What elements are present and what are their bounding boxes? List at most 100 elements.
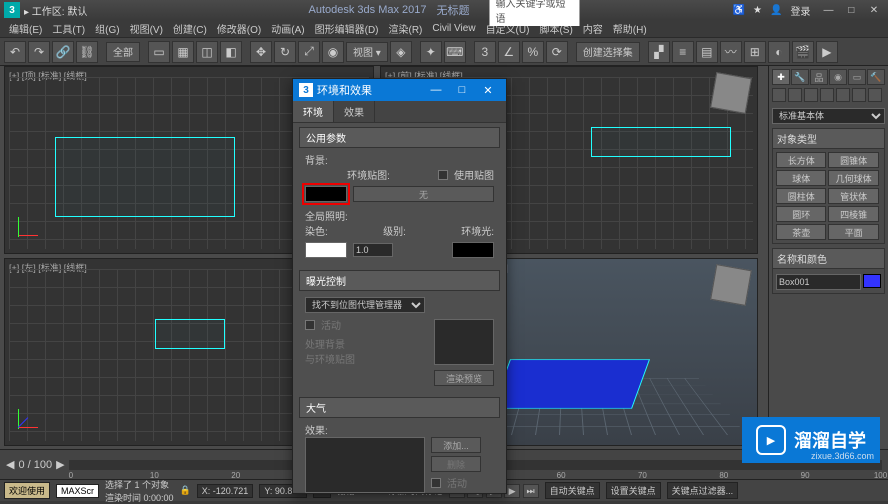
tab-modify[interactable]: 🔧 <box>791 69 809 85</box>
type-plane[interactable]: 平面 <box>828 224 878 240</box>
active-checkbox[interactable] <box>305 320 315 330</box>
dialog-close-button[interactable]: ✕ <box>476 82 500 98</box>
spacewarps-icon[interactable] <box>852 88 866 102</box>
keyfilter-button[interactable]: 关键点过滤器... <box>667 482 739 499</box>
background-color-swatch[interactable] <box>305 186 347 202</box>
rotate-button[interactable]: ↻ <box>274 41 296 63</box>
exposure-dropdown[interactable]: 找不到位图代理管理器 <box>305 297 425 313</box>
spinner-snap-button[interactable]: ⟳ <box>546 41 568 63</box>
category-dropdown[interactable]: 标准基本体 <box>772 108 885 124</box>
type-cone[interactable]: 圆锥体 <box>828 152 878 168</box>
menu-modifiers[interactable]: 修改器(O) <box>212 21 266 36</box>
mirror-button[interactable]: ▞ <box>648 41 670 63</box>
pivot-button[interactable]: ◈ <box>390 41 412 63</box>
viewcube-icon[interactable] <box>710 72 752 114</box>
delete-effect-button[interactable]: 删除 <box>431 456 481 472</box>
menu-help[interactable]: 帮助(H) <box>608 21 652 36</box>
tab-hierarchy[interactable]: 品 <box>810 69 828 85</box>
rollout-name-color[interactable]: 名称和颜色 <box>772 248 885 269</box>
systems-icon[interactable] <box>868 88 882 102</box>
timeline-handle-icon[interactable]: ◀ <box>6 458 14 471</box>
undo-button[interactable]: ↶ <box>4 41 26 63</box>
type-geosphere[interactable]: 几何球体 <box>828 170 878 186</box>
menu-content[interactable]: 内容 <box>578 21 608 36</box>
menu-edit[interactable]: 编辑(E) <box>4 21 47 36</box>
keyboard-button[interactable]: ⌨ <box>444 41 466 63</box>
ref-coord[interactable]: 视图 ▾ <box>346 42 388 62</box>
type-box[interactable]: 长方体 <box>776 152 826 168</box>
lights-icon[interactable] <box>804 88 818 102</box>
link-button[interactable]: 🔗 <box>52 41 74 63</box>
object-color-swatch[interactable] <box>863 274 881 288</box>
maximize-button[interactable]: □ <box>841 5 861 16</box>
type-tube[interactable]: 管状体 <box>828 188 878 204</box>
percent-snap-button[interactable]: % <box>522 41 544 63</box>
type-sphere[interactable]: 球体 <box>776 170 826 186</box>
menu-animation[interactable]: 动画(A) <box>266 21 309 36</box>
snap-button[interactable]: 3 <box>474 41 496 63</box>
menu-view[interactable]: 视图(V) <box>125 21 168 36</box>
unlink-button[interactable]: ⛓ <box>76 41 98 63</box>
help-search-input[interactable]: 输入关键字或短语 <box>490 0 580 26</box>
scale-button[interactable]: ⤢ <box>298 41 320 63</box>
window-crossing-button[interactable]: ◧ <box>220 41 242 63</box>
angle-snap-button[interactable]: ∠ <box>498 41 520 63</box>
type-pyramid[interactable]: 四棱锥 <box>828 206 878 222</box>
tab-effects[interactable]: 效果 <box>334 101 375 122</box>
tab-display[interactable]: ▭ <box>848 69 866 85</box>
setkey-button[interactable]: 设置关键点 <box>606 482 661 499</box>
tint-color-swatch[interactable] <box>305 242 347 258</box>
select-region-button[interactable]: ◫ <box>196 41 218 63</box>
object-name-input[interactable] <box>776 274 861 290</box>
info-icon[interactable]: ♿ <box>733 5 745 16</box>
rollout-atmosphere[interactable]: 大气 <box>299 397 500 418</box>
cameras-icon[interactable] <box>820 88 834 102</box>
move-button[interactable]: ✥ <box>250 41 272 63</box>
star-icon[interactable]: ★ <box>753 5 762 16</box>
select-button[interactable]: ▭ <box>148 41 170 63</box>
layer-button[interactable]: ▤ <box>696 41 718 63</box>
login-link[interactable]: 登录 <box>790 3 810 18</box>
tab-motion[interactable]: ◉ <box>829 69 847 85</box>
type-cylinder[interactable]: 圆柱体 <box>776 188 826 204</box>
tab-create[interactable]: ✚ <box>772 69 790 85</box>
level-input[interactable] <box>353 243 393 257</box>
dialog-minimize-button[interactable]: — <box>424 82 448 98</box>
manipulate-button[interactable]: ✦ <box>420 41 442 63</box>
select-name-button[interactable]: ▦ <box>172 41 194 63</box>
close-window-button[interactable]: ✕ <box>864 5 884 16</box>
tab-utilities[interactable]: 🔨 <box>867 69 885 85</box>
use-map-checkbox[interactable] <box>438 170 448 180</box>
tab-environment[interactable]: 环境 <box>293 101 334 122</box>
shapes-icon[interactable] <box>788 88 802 102</box>
ambient-color-swatch[interactable] <box>452 242 494 258</box>
coord-x[interactable]: X: -120.721 <box>197 484 254 498</box>
selected-box-object[interactable] <box>492 359 650 408</box>
menu-tools[interactable]: 工具(T) <box>47 21 90 36</box>
placement-button[interactable]: ◉ <box>322 41 344 63</box>
rollout-exposure[interactable]: 曝光控制 <box>299 270 500 291</box>
material-button[interactable]: ◐ <box>768 41 790 63</box>
render-frame-button[interactable]: ▶ <box>816 41 838 63</box>
effect-active-checkbox[interactable] <box>431 478 441 488</box>
rollout-common-params[interactable]: 公用参数 <box>299 127 500 148</box>
viewcube-icon[interactable] <box>710 264 752 306</box>
minimize-button[interactable]: — <box>818 5 838 16</box>
type-teapot[interactable]: 茶壶 <box>776 224 826 240</box>
lock-icon[interactable]: 🔒 <box>180 485 191 496</box>
autokey-button[interactable]: 自动关键点 <box>545 482 600 499</box>
render-setup-button[interactable]: 🎬 <box>792 41 814 63</box>
geometry-icon[interactable] <box>772 88 786 102</box>
timeline-handle-icon[interactable]: ▶ <box>56 458 64 471</box>
helpers-icon[interactable] <box>836 88 850 102</box>
align-button[interactable]: ≡ <box>672 41 694 63</box>
menu-create[interactable]: 创建(C) <box>168 21 212 36</box>
named-selection[interactable]: 创建选择集 <box>576 42 640 62</box>
dialog-titlebar[interactable]: 3 环境和效果 — □ ✕ <box>293 79 506 101</box>
workspace-label[interactable]: ▸ 工作区: 默认 <box>24 3 87 18</box>
schematic-button[interactable]: ⊞ <box>744 41 766 63</box>
add-effect-button[interactable]: 添加... <box>431 437 481 453</box>
user-icon[interactable]: 👤 <box>770 5 782 16</box>
maxscript-label[interactable]: MAXScr <box>56 484 99 498</box>
curve-editor-button[interactable]: 〰 <box>720 41 742 63</box>
